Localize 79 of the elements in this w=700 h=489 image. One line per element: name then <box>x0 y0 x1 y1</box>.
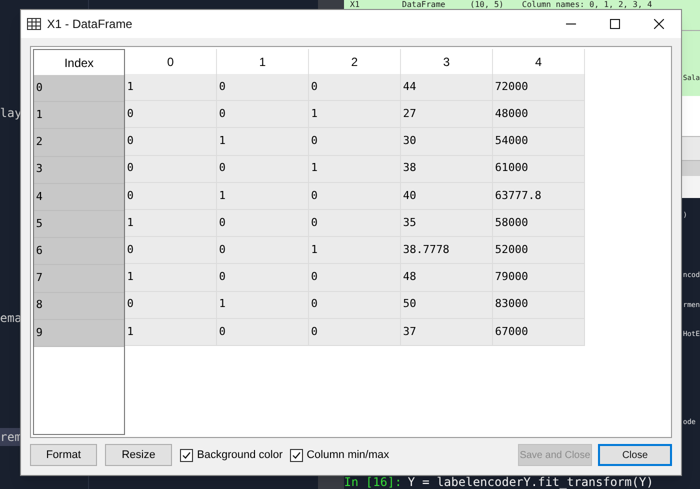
row-index: 7 <box>34 265 124 292</box>
column-header[interactable]: Index <box>34 50 124 75</box>
row-index: 5 <box>34 210 124 238</box>
footer-button[interactable]: Resize <box>105 444 172 466</box>
maximize-icon[interactable] <box>610 19 620 29</box>
checkbox-label: Column min/max <box>306 448 390 463</box>
table-icon <box>27 18 41 30</box>
table-cell: 0 <box>217 237 309 264</box>
checkbox[interactable] <box>180 448 193 462</box>
row-index: 2 <box>34 129 124 157</box>
checkbox[interactable] <box>290 448 303 462</box>
row-index: 1 <box>34 102 124 130</box>
table-cell: 54000 <box>493 128 585 156</box>
window-title: X1 - DataFrame <box>47 16 132 33</box>
table-cell: 1 <box>125 74 217 102</box>
table-cell: 37 <box>401 318 493 346</box>
table-cell: 0 <box>125 237 217 264</box>
dialog-button[interactable]: Close <box>598 444 672 466</box>
row-index: 8 <box>34 292 124 320</box>
table-cell: 0 <box>217 156 309 183</box>
table-cell: 0 <box>309 264 401 292</box>
table-cell: 0 <box>309 128 401 156</box>
table-cell: 72000 <box>493 74 585 102</box>
console-code: Y = labelencoderY.fit_transform(Y) <box>408 475 654 489</box>
table-cell: 0 <box>217 74 309 102</box>
table-cell: 0 <box>309 74 401 102</box>
table-cell: 48 <box>401 264 493 292</box>
table-cell: 0 <box>309 182 401 210</box>
table-cell: 0 <box>125 101 217 128</box>
table-cell: 40 <box>401 182 493 210</box>
table-cell: 1 <box>125 264 217 292</box>
table-cell: 79000 <box>493 264 585 292</box>
table-cell: 0 <box>217 101 309 128</box>
table-cell: 0 <box>217 264 309 292</box>
table-cell: 38.7778 <box>401 237 493 264</box>
table-cell: 1 <box>309 237 401 264</box>
variable-type: DataFrame <box>402 0 446 9</box>
variable-value: Column names: 0, 1, 2, 3, 4 <box>522 0 652 9</box>
table-cell: 35 <box>401 210 493 238</box>
row-index: 0 <box>34 75 124 102</box>
table-cell: 61000 <box>493 156 585 183</box>
table-cell: 44 <box>401 74 493 102</box>
table-cell: 1 <box>217 292 309 319</box>
code-text: lay <box>0 105 22 122</box>
table-cell: 1 <box>125 210 217 238</box>
row-index: 6 <box>34 238 124 266</box>
row-index: 9 <box>34 320 124 347</box>
close-icon[interactable] <box>654 19 664 29</box>
console-prompt: In [16]: <box>344 475 402 489</box>
table-cell: 1 <box>217 128 309 156</box>
table-cell: 67000 <box>493 318 585 346</box>
row-index: 4 <box>34 184 124 211</box>
table-cell: 1 <box>309 101 401 128</box>
table-cell: 1 <box>309 156 401 183</box>
footer-button[interactable]: Format <box>30 444 97 466</box>
variable-name: X1 <box>350 0 361 9</box>
table-cell: 58000 <box>493 210 585 238</box>
table-cell: 0 <box>217 210 309 238</box>
table-cell: 30 <box>401 128 493 156</box>
checkbox-label: Background color <box>197 448 283 463</box>
table-cell: 38 <box>401 156 493 183</box>
table-cell: 27 <box>401 101 493 128</box>
table-cell: 0 <box>309 318 401 346</box>
table-cell: 48000 <box>493 101 585 128</box>
table-cell: 0 <box>125 182 217 210</box>
table-cell: 83000 <box>493 292 585 319</box>
table-cell: 52000 <box>493 237 585 264</box>
table-cell: 1 <box>125 318 217 346</box>
table-cell: 0 <box>125 128 217 156</box>
row-index: 3 <box>34 156 124 184</box>
table-cell: 0 <box>125 156 217 183</box>
table-cell: 50 <box>401 292 493 319</box>
table-cell: 0 <box>217 318 309 346</box>
table-cell: 63777.8 <box>493 182 585 210</box>
variable-size: (10, 5) <box>470 0 505 9</box>
table-cell: 0 <box>309 210 401 238</box>
table-cell: 1 <box>217 182 309 210</box>
table-cell: 0 <box>309 292 401 319</box>
table-cell: 0 <box>125 292 217 319</box>
